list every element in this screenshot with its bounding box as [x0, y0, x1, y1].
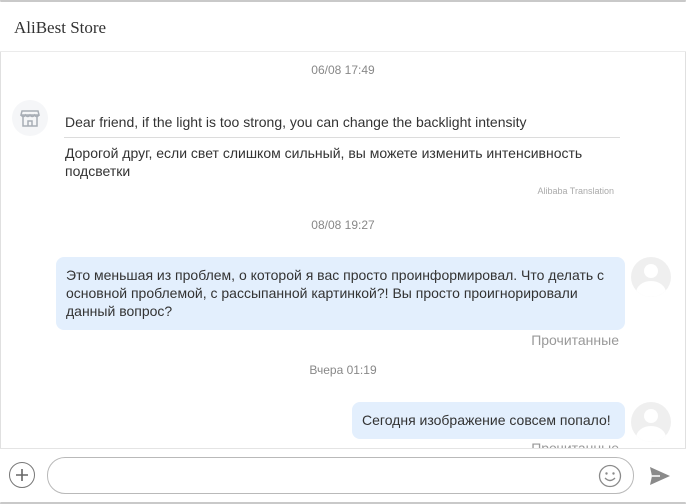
- timestamp: 08/08 19:27: [311, 218, 375, 232]
- message-list[interactable]: 06/08 17:49 Dear friend, if the light is…: [0, 53, 686, 448]
- chat-header: AliBest Store: [0, 2, 686, 52]
- smiley-icon[interactable]: [598, 464, 622, 488]
- plus-icon[interactable]: [9, 462, 35, 488]
- store-icon: [12, 100, 48, 136]
- translation-credit: Alibaba Translation: [537, 186, 614, 196]
- message-translated-text: Дорогой друг, если свет слишком сильный,…: [65, 145, 583, 179]
- store-name: AliBest Store: [14, 18, 107, 37]
- read-status: Прочитанные: [531, 440, 619, 448]
- send-icon[interactable]: [648, 464, 672, 488]
- timestamp: Вчера 01:19: [309, 363, 377, 377]
- composer-bar: [0, 448, 686, 502]
- timestamp: 06/08 17:49: [311, 63, 375, 77]
- read-status: Прочитанные: [531, 332, 619, 348]
- outgoing-message: Это меньшая из проблем, о которой я вас …: [56, 257, 625, 330]
- incoming-message: Dear friend, if the light is too strong,…: [56, 105, 628, 202]
- user-avatar-icon: [631, 257, 671, 297]
- message-input[interactable]: [47, 457, 634, 494]
- user-avatar-icon: [631, 402, 671, 442]
- outgoing-message: Сегодня изображение совсем попало!: [352, 402, 625, 439]
- message-original-text: Dear friend, if the light is too strong,…: [64, 111, 620, 138]
